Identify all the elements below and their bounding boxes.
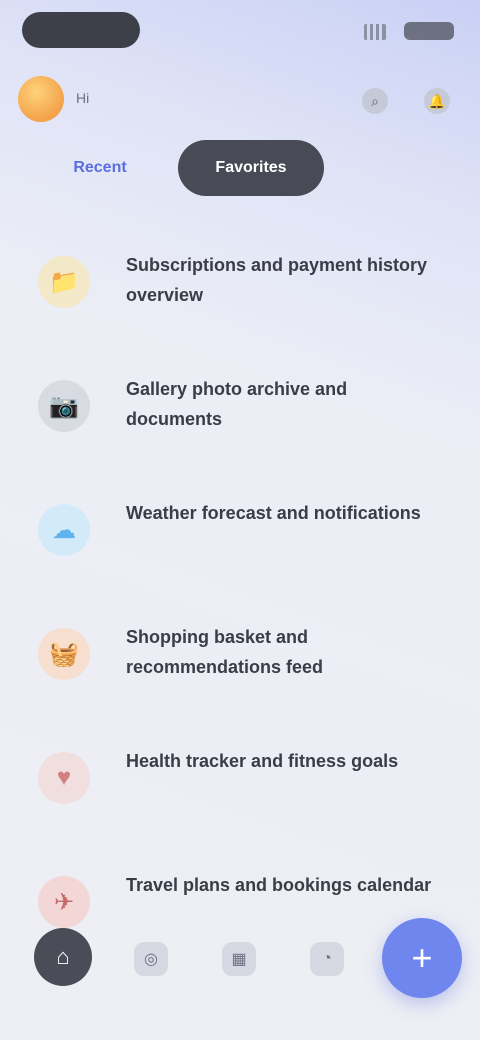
item-title: Shopping basket and recommendations feed bbox=[126, 627, 324, 677]
list-item[interactable]: ☁ Weather forecast and notifications bbox=[0, 468, 480, 592]
list-item[interactable]: ♥ Health tracker and fitness goals bbox=[0, 716, 480, 840]
basket-icon: 🧺 bbox=[38, 628, 90, 680]
segmented-tabs: Recent Favorites bbox=[40, 140, 340, 196]
list-item[interactable]: 📁 Subscriptions and payment history over… bbox=[0, 220, 480, 344]
item-title: Weather forecast and notifications bbox=[126, 503, 421, 523]
list-item[interactable]: 🧺 Shopping basket and recommendations fe… bbox=[0, 592, 480, 716]
profile-icon[interactable]: ◔ bbox=[310, 942, 344, 976]
dynamic-island bbox=[22, 12, 140, 48]
grid-icon[interactable]: ▦ bbox=[222, 942, 256, 976]
folder-icon: 📁 bbox=[38, 256, 90, 308]
item-title: Health tracker and fitness goals bbox=[126, 751, 399, 771]
header: Hi ⌕ 🔔 bbox=[0, 70, 480, 130]
add-button[interactable]: + bbox=[382, 918, 462, 998]
home-icon[interactable]: ⌂ bbox=[34, 928, 92, 986]
greeting: Hi bbox=[76, 90, 90, 106]
camera-icon: 📷 bbox=[38, 380, 90, 432]
signal-icon bbox=[364, 24, 386, 40]
cloud-icon: ☁ bbox=[38, 504, 90, 556]
compass-icon[interactable]: ◎ bbox=[134, 942, 168, 976]
avatar[interactable] bbox=[18, 76, 64, 122]
plus-icon: + bbox=[411, 937, 433, 978]
item-title: Subscriptions and payment history overvi… bbox=[126, 255, 428, 305]
bell-icon[interactable]: 🔔 bbox=[424, 88, 450, 114]
item-title: Gallery photo archive and documents bbox=[126, 379, 348, 429]
tab-favorites[interactable]: Favorites bbox=[178, 140, 324, 196]
status-bar bbox=[0, 0, 480, 60]
heart-icon: ♥ bbox=[38, 752, 90, 804]
list-item[interactable]: 📷 Gallery photo archive and documents bbox=[0, 344, 480, 468]
battery-icon bbox=[404, 22, 454, 40]
status-icons bbox=[364, 20, 454, 42]
bottom-tab-bar: ⌂ ◎ ▦ ◔ + bbox=[0, 900, 480, 1020]
item-list: 📁 Subscriptions and payment history over… bbox=[0, 220, 480, 964]
item-title: Travel plans and bookings calendar bbox=[126, 875, 432, 895]
search-icon[interactable]: ⌕ bbox=[362, 88, 388, 114]
tab-recent[interactable]: Recent bbox=[40, 140, 160, 196]
